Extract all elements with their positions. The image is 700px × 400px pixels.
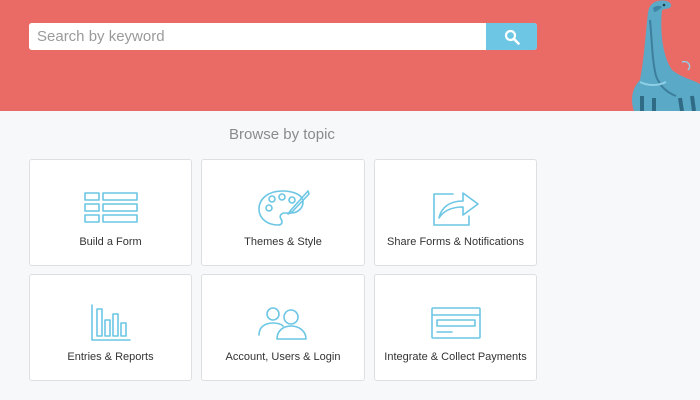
topic-card-share-forms[interactable]: Share Forms & Notifications xyxy=(374,159,537,266)
topic-label: Share Forms & Notifications xyxy=(387,236,524,248)
bar-chart-icon xyxy=(90,304,131,341)
topic-grid: Build a Form Themes & Style Share Forms … xyxy=(29,159,537,383)
hero-banner xyxy=(0,0,700,111)
topic-card-entries-reports[interactable]: Entries & Reports xyxy=(29,274,192,381)
palette-icon xyxy=(258,190,310,226)
topic-label: Account, Users & Login xyxy=(225,351,341,363)
users-icon xyxy=(258,307,307,340)
topic-card-integrate-payments[interactable]: Integrate & Collect Payments xyxy=(374,274,537,381)
topic-label: Build a Form xyxy=(79,236,142,248)
topic-card-account-users[interactable]: Account, Users & Login xyxy=(201,274,365,381)
topic-label: Themes & Style xyxy=(244,236,322,248)
browse-title: Browse by topic xyxy=(229,126,335,143)
search-bar xyxy=(29,23,537,50)
topic-label: Entries & Reports xyxy=(67,351,154,363)
dinosaur-mascot-illustration xyxy=(632,0,700,111)
search-button[interactable] xyxy=(486,23,537,50)
credit-card-icon xyxy=(430,307,481,339)
search-icon xyxy=(504,29,520,45)
topic-card-build-form[interactable]: Build a Form xyxy=(29,159,192,266)
form-fields-icon xyxy=(83,192,138,223)
topic-card-themes-style[interactable]: Themes & Style xyxy=(201,159,365,266)
share-arrow-icon xyxy=(432,192,479,226)
search-input[interactable] xyxy=(29,23,486,50)
topic-label: Integrate & Collect Payments xyxy=(384,351,527,363)
